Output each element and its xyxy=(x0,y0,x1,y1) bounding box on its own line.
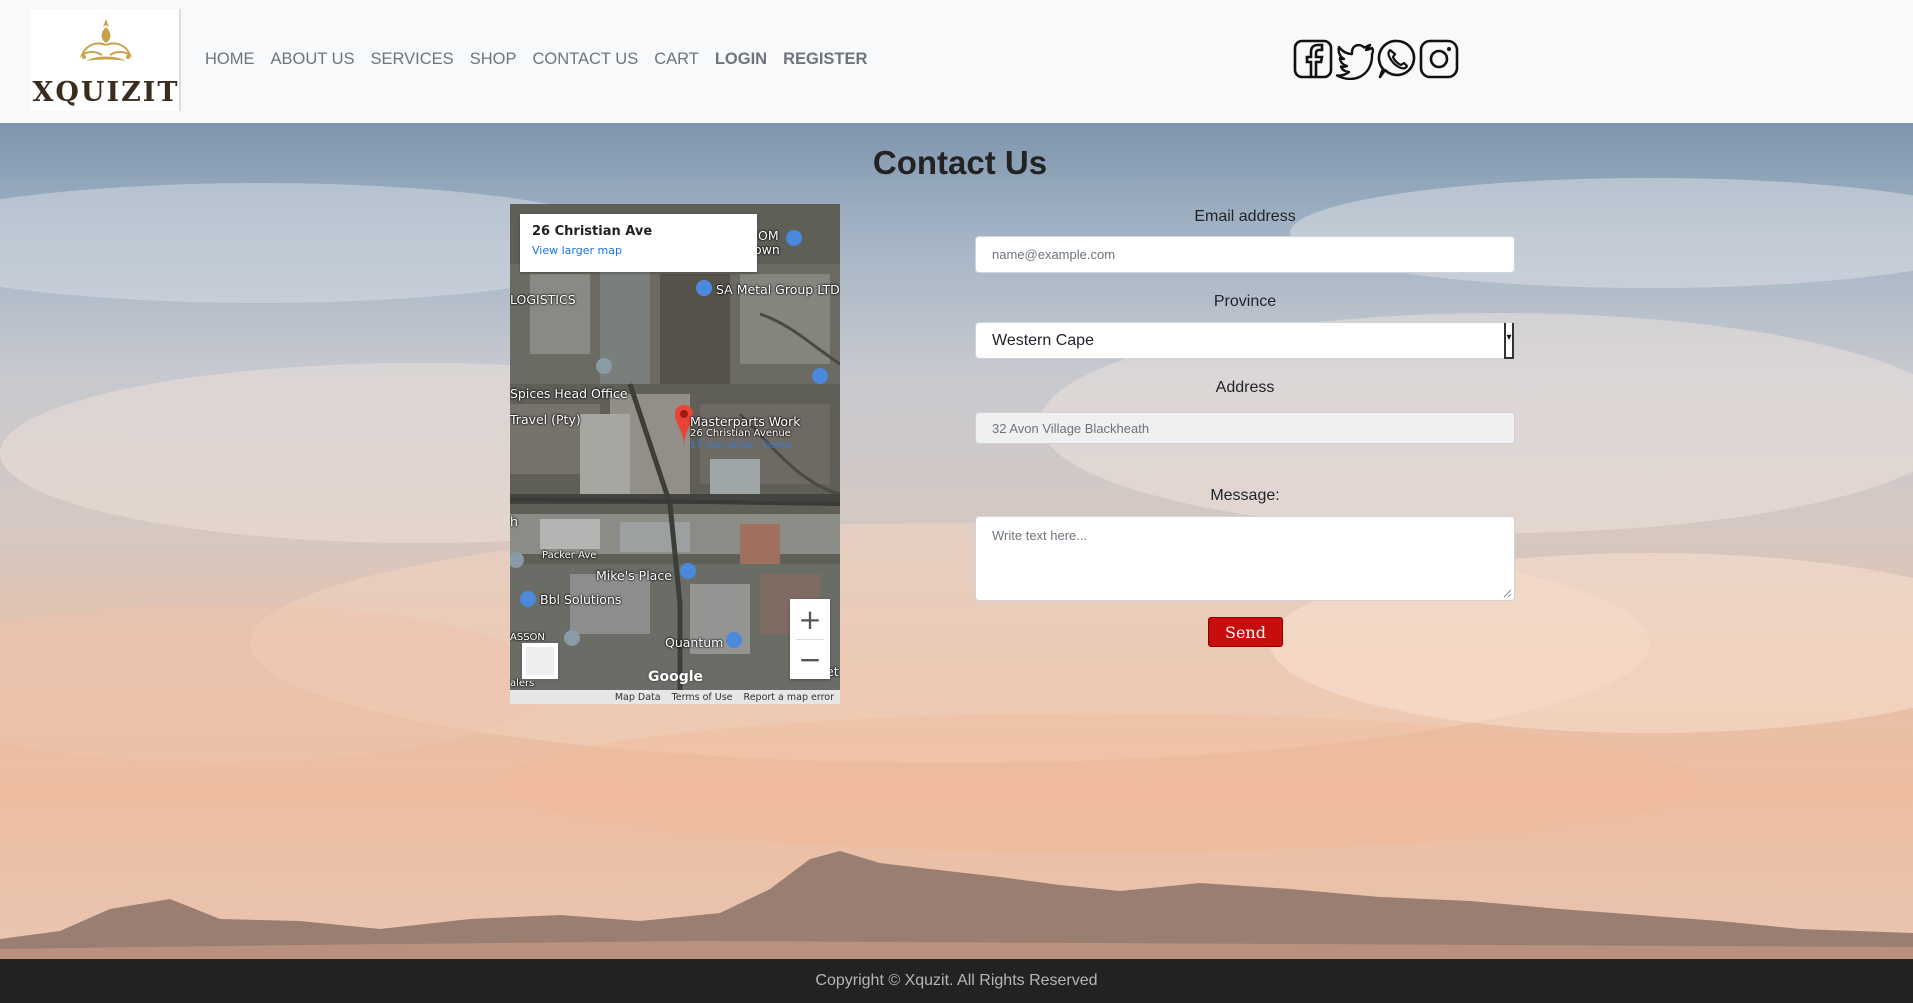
province-select[interactable]: Western Cape ▾ xyxy=(975,322,1515,359)
map-label: Mike's Place xyxy=(596,568,672,583)
map-label: Quantum xyxy=(665,635,724,650)
email-label: Email address xyxy=(1194,208,1296,225)
address-label: Address xyxy=(1215,379,1275,396)
map-label: Spices Head Office xyxy=(510,386,628,401)
map-label: 26 Christian Avenue xyxy=(690,428,791,439)
nav-register[interactable]: REGISTER xyxy=(783,50,867,69)
zoom-controls: + − xyxy=(790,599,830,679)
footer: Copyright © Xquzit. All Rights Reserved xyxy=(0,959,1913,1003)
map-place-name: 26 Christian Ave xyxy=(532,224,653,239)
map-label: OM xyxy=(758,228,779,243)
instagram-icon[interactable] xyxy=(1419,38,1459,80)
chevron-down-icon: ▾ xyxy=(1504,323,1514,359)
clouds-decoration xyxy=(0,178,1913,853)
map-label: Masterparts Work xyxy=(690,414,801,429)
main-nav: HOME ABOUT US SERVICES SHOP CONTACT US C… xyxy=(205,50,867,69)
nav-services[interactable]: SERVICES xyxy=(371,50,454,69)
page-title: Contact Us xyxy=(872,144,1048,181)
map-place-card: 26 Christian Ave View larger map xyxy=(520,214,757,272)
message-label: Message: xyxy=(1210,487,1280,504)
background-sky xyxy=(0,123,1913,959)
map-data-link[interactable]: Map Data xyxy=(615,692,661,703)
email-field[interactable]: name@example.com xyxy=(975,236,1515,273)
zoom-out-button[interactable]: − xyxy=(790,639,830,679)
terms-of-use-link[interactable]: Terms of Use xyxy=(672,692,733,703)
mountains-decoration xyxy=(0,851,1913,959)
location-map[interactable]: OM own SA Metal Group LTD LOGISTICS Spic… xyxy=(510,204,840,704)
map-label: Packer Ave xyxy=(542,550,597,561)
view-larger-map-link[interactable]: View larger map xyxy=(532,244,745,257)
nav-contact-us[interactable]: CONTACT US xyxy=(532,50,638,69)
nav-about-us[interactable]: ABOUT US xyxy=(271,50,355,69)
whatsapp-icon[interactable] xyxy=(1377,38,1417,80)
map-label: 17 min drive - home xyxy=(690,440,792,451)
google-logo: Google xyxy=(648,669,704,685)
map-label: Travel (Pty) xyxy=(510,412,581,427)
message-placeholder: Write text here... xyxy=(992,528,1088,543)
zoom-in-button[interactable]: + xyxy=(790,599,830,639)
address-field[interactable]: 32 Avon Village Blackheath xyxy=(975,412,1515,444)
crest-icon xyxy=(79,19,133,61)
nav-cart[interactable]: CART xyxy=(654,50,699,69)
street-view-button[interactable] xyxy=(520,641,560,681)
map-label: h xyxy=(510,514,518,529)
header: XQUIZIT HOME ABOUT US SERVICES SHOP CONT… xyxy=(0,0,1913,123)
report-map-error-link[interactable]: Report a map error xyxy=(744,692,834,703)
twitter-icon[interactable] xyxy=(1335,38,1375,80)
province-value: Western Cape xyxy=(992,331,1094,349)
nav-home[interactable]: HOME xyxy=(205,50,255,69)
nav-login[interactable]: LOGIN xyxy=(715,50,767,69)
map-label: own xyxy=(754,242,780,257)
map-label: LOGISTICS xyxy=(510,292,576,307)
copyright-text: Copyright © Xquzit. All Rights Reserved xyxy=(815,972,1098,989)
message-textarea[interactable]: Write text here... xyxy=(975,516,1515,601)
brand-logo[interactable]: XQUIZIT xyxy=(31,9,181,111)
send-button[interactable]: Send xyxy=(1208,617,1283,647)
map-label: Bbl Solutions xyxy=(540,592,622,607)
map-footer: Map Data Terms of Use Report a map error xyxy=(510,690,840,704)
nav-shop[interactable]: SHOP xyxy=(470,50,517,69)
province-label: Province xyxy=(1213,293,1277,310)
map-label: SA Metal Group LTD xyxy=(716,282,840,297)
social-links xyxy=(1293,38,1459,80)
facebook-icon[interactable] xyxy=(1293,38,1333,80)
resize-grip-icon[interactable] xyxy=(1503,589,1512,598)
brand-wordmark: XQUIZIT xyxy=(32,77,180,108)
